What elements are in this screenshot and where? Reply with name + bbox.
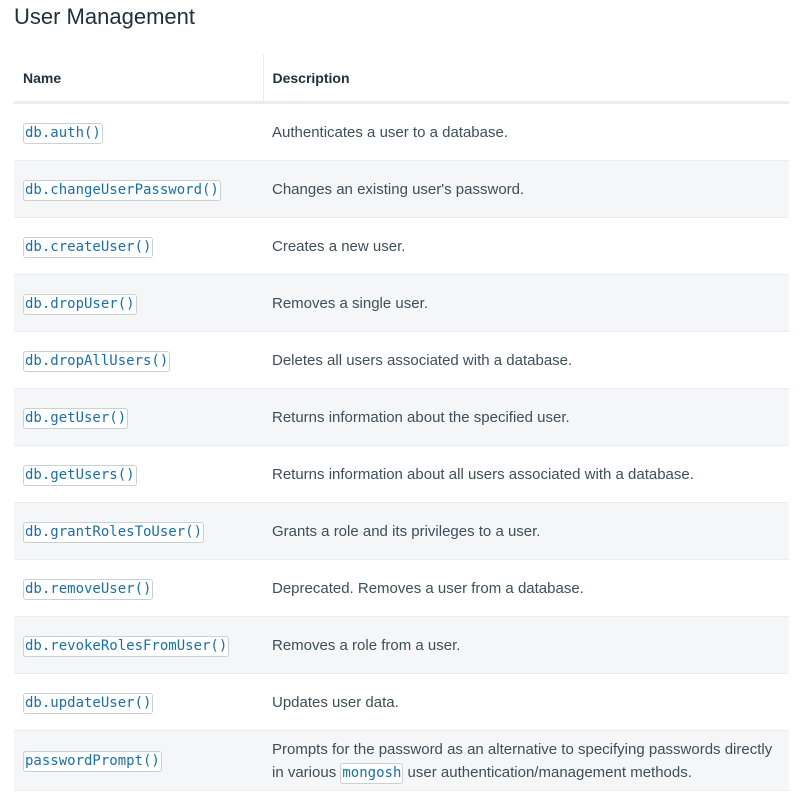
method-link-db-update-user[interactable]: db.updateUser()	[23, 692, 154, 714]
page: User Management Name Description db.auth…	[0, 0, 799, 804]
method-link-db-grant-roles-to-user[interactable]: db.grantRolesToUser()	[23, 521, 205, 543]
method-cell: db.grantRolesToUser()	[14, 502, 263, 560]
description-cell: Returns information about the specified …	[263, 388, 789, 446]
method-cell: db.updateUser()	[14, 673, 263, 731]
method-link-db-drop-all-users[interactable]: db.dropAllUsers()	[23, 350, 171, 372]
user-management-table: Name Description db.auth() Authenticates…	[14, 54, 789, 791]
table-row: db.removeUser() Deprecated. Removes a us…	[14, 559, 789, 617]
table-row: db.getUsers() Returns information about …	[14, 445, 789, 503]
method-cell: db.auth()	[14, 102, 263, 161]
table-row: db.dropUser() Removes a single user.	[14, 274, 789, 332]
description-cell: Changes an existing user's password.	[263, 160, 789, 218]
column-header-description: Description	[263, 54, 789, 104]
method-link-db-revoke-roles-from-user[interactable]: db.revokeRolesFromUser()	[23, 635, 230, 657]
page-title: User Management	[14, 4, 195, 29]
table-row: db.changeUserPassword() Changes an exist…	[14, 160, 789, 218]
description-cell: Prompts for the password as an alternati…	[263, 730, 789, 791]
method-cell: db.dropUser()	[14, 274, 263, 332]
method-cell: passwordPrompt()	[14, 730, 263, 791]
description-cell: Grants a role and its privileges to a us…	[263, 502, 789, 560]
method-cell: db.changeUserPassword()	[14, 160, 263, 218]
method-cell: db.removeUser()	[14, 559, 263, 617]
method-link-db-auth[interactable]: db.auth()	[23, 122, 103, 144]
mongosh-link[interactable]: mongosh	[340, 762, 404, 784]
table-row: db.getUser() Returns information about t…	[14, 388, 789, 446]
method-cell: db.revokeRolesFromUser()	[14, 616, 263, 674]
method-link-password-prompt[interactable]: passwordPrompt()	[23, 751, 162, 772]
table-row: db.auth() Authenticates a user to a data…	[14, 102, 789, 161]
table-row: db.dropAllUsers() Deletes all users asso…	[14, 331, 789, 389]
table-row: db.grantRolesToUser() Grants a role and …	[14, 502, 789, 560]
description-text-after: user authentication/management methods.	[403, 763, 692, 781]
description-cell: Authenticates a user to a database.	[263, 102, 789, 161]
table-row: db.revokeRolesFromUser() Removes a role …	[14, 616, 789, 674]
description-cell: Deprecated. Removes a user from a databa…	[263, 559, 789, 617]
method-cell: db.getUser()	[14, 388, 263, 446]
method-cell: db.dropAllUsers()	[14, 331, 263, 389]
column-header-name: Name	[14, 54, 264, 104]
description-cell: Deletes all users associated with a data…	[263, 331, 789, 389]
method-link-db-drop-user[interactable]: db.dropUser()	[23, 293, 137, 315]
table-row: passwordPrompt() Prompts for the passwor…	[14, 730, 789, 791]
method-cell: db.getUsers()	[14, 445, 263, 503]
method-link-db-get-users[interactable]: db.getUsers()	[23, 464, 137, 486]
description-cell: Returns information about all users asso…	[263, 445, 789, 503]
description-cell: Updates user data.	[263, 673, 789, 731]
method-link-db-get-user[interactable]: db.getUser()	[23, 407, 129, 429]
method-link-db-change-user-password[interactable]: db.changeUserPassword()	[23, 179, 221, 201]
table-header-row: Name Description	[14, 54, 789, 104]
method-link-db-remove-user[interactable]: db.removeUser()	[23, 578, 154, 600]
description-cell: Creates a new user.	[263, 217, 789, 275]
table-row: db.updateUser() Updates user data.	[14, 673, 789, 731]
table-row: db.createUser() Creates a new user.	[14, 217, 789, 275]
description-cell: Removes a single user.	[263, 274, 789, 332]
description-cell: Removes a role from a user.	[263, 616, 789, 674]
method-cell: db.createUser()	[14, 217, 263, 275]
method-link-db-create-user[interactable]: db.createUser()	[23, 236, 154, 258]
